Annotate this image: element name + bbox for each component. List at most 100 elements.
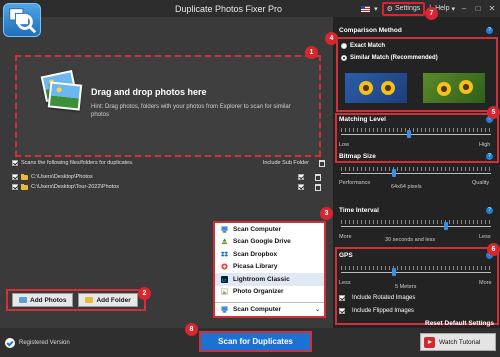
callout-badge: 8 (185, 323, 198, 336)
checkbox[interactable] (339, 308, 345, 314)
gps-value-label: 5 Meters (395, 284, 417, 290)
photo-drop-zone[interactable]: Drag and drop photos here Hint: Drag pho… (15, 55, 321, 157)
matching-level-knob[interactable] (406, 130, 411, 138)
scan-list-caption: Scans the following files/folders for du… (21, 160, 134, 166)
settings-pane: Comparison Method ? Exact Match Similar … (333, 17, 500, 328)
menu-item-photo-organizer[interactable]: Photo Organizer (215, 286, 324, 299)
help-icon[interactable]: ? (486, 207, 493, 214)
path-text: C:\Users\Desktop\Photos (31, 174, 93, 180)
reset-default-settings-link[interactable]: Reset Default Settings (425, 320, 494, 327)
include-rotated-label: Include Rotated Images (352, 295, 416, 301)
folder-icon (21, 183, 28, 190)
menu-item-google-drive[interactable]: Scan Google Drive (215, 236, 324, 249)
chevron-down-icon: ▾ (451, 5, 455, 13)
gps-more-label: More (479, 280, 492, 286)
settings-label: Settings (394, 5, 421, 12)
trash-icon[interactable] (319, 159, 325, 167)
checkbox[interactable] (339, 295, 345, 301)
dropbox-icon (221, 251, 228, 257)
drop-zone-title: Drag and drop photos here (91, 87, 207, 97)
exact-sample-image (345, 73, 407, 103)
include-rotated-checkbox[interactable]: Include Rotated Images (339, 295, 415, 301)
path-checkbox[interactable] (12, 184, 18, 190)
svg-text:Lr: Lr (222, 277, 227, 282)
close-button[interactable]: ✕ (487, 4, 497, 13)
bitmap-size-slider[interactable] (341, 173, 491, 174)
computer-icon (221, 226, 228, 233)
include-sub-checkbox[interactable] (298, 183, 304, 190)
matching-low-label: Low (339, 142, 350, 148)
menu-item-picasa[interactable]: Picasa Library (215, 261, 324, 274)
time-interval-slider[interactable] (341, 226, 491, 227)
path-checkbox[interactable] (12, 174, 18, 180)
menu-item-label: Scan Google Drive (233, 238, 291, 246)
folder-icon (21, 173, 28, 180)
matching-level-title: Matching Level (339, 116, 386, 123)
time-interval-knob[interactable] (444, 222, 448, 230)
callout-badge: 4 (325, 32, 338, 45)
menu-item-label: Picasa Library (233, 263, 278, 271)
trash-icon[interactable] (315, 183, 321, 191)
gps-knob[interactable] (391, 268, 396, 276)
check-circle-icon (5, 338, 15, 348)
add-buttons-group: Add Photos Add Folder (6, 289, 146, 311)
watch-tutorial-button[interactable]: Watch Tutorial (420, 333, 496, 351)
picasa-icon (221, 263, 228, 270)
bitmap-size-title: Bitmap Size (339, 153, 376, 160)
registration-status: Registered Version (5, 338, 70, 348)
add-folder-button[interactable]: Add Folder (78, 293, 138, 307)
photo-front-icon (47, 81, 83, 111)
language-caret-icon[interactable]: ▾ (374, 5, 378, 13)
callout-badge: 7 (425, 7, 438, 20)
menu-item-scan-computer[interactable]: Scan Computer (215, 223, 324, 236)
scan-source-dropdown[interactable]: Scan Computer Scan Google Drive Scan Dro… (213, 221, 326, 318)
menu-item-lightroom[interactable]: Lr Lightroom Classic (215, 273, 324, 286)
similar-match-radio[interactable]: Similar Match (Recommended) (341, 55, 438, 61)
callout-badge: 2 (138, 287, 151, 300)
settings-button[interactable]: ⚙ Settings (381, 1, 426, 16)
trash-icon[interactable] (315, 173, 321, 181)
add-photos-button[interactable]: Add Photos (12, 293, 74, 307)
include-sub-checkbox[interactable] (298, 173, 304, 180)
callout-badge: 5 (487, 106, 500, 119)
menu-item-label: Photo Organizer (233, 288, 284, 296)
menu-item-dropbox[interactable]: Scan Dropbox (215, 248, 324, 261)
app-title: Duplicate Photos Fixer Pro (175, 4, 283, 14)
gps-slider[interactable] (341, 272, 491, 273)
language-flag-icon[interactable] (361, 5, 371, 12)
scan-for-duplicates-button[interactable]: Scan for Duplicates (199, 331, 312, 352)
photo-front-image (49, 83, 81, 109)
lightroom-icon: Lr (221, 275, 228, 283)
bitmap-value-label: 64x64 pixels (391, 184, 422, 190)
image-icon (19, 297, 27, 303)
photo-organizer-icon (221, 288, 228, 295)
include-sub-folder-label: Include Sub Folder (262, 160, 309, 166)
menu-item-label: Lightroom Classic (233, 275, 290, 283)
exact-match-radio[interactable]: Exact Match (341, 43, 385, 49)
include-flipped-label: Include Flipped Images (352, 308, 415, 314)
flower-shape (459, 80, 473, 94)
exact-match-label: Exact Match (350, 43, 386, 49)
include-flipped-checkbox[interactable]: Include Flipped Images (339, 308, 414, 314)
gps-title: GPS (339, 252, 353, 259)
list-item[interactable]: C:\Users\Desktop\Tour-2022\Photos (12, 182, 325, 192)
add-photos-label: Add Photos (30, 296, 67, 304)
radio-dot (341, 43, 347, 49)
path-text: C:\Users\Desktop\Tour-2022\Photos (31, 184, 120, 190)
bitmap-size-knob[interactable] (391, 169, 396, 177)
help-button[interactable]: Help ▾ (435, 5, 455, 13)
select-all-checkbox[interactable] (12, 160, 18, 166)
scan-list-header: Scans the following files/folders for du… (12, 157, 325, 169)
matching-level-slider[interactable] (341, 134, 491, 135)
help-icon[interactable]: ? (486, 27, 493, 34)
scan-source-select[interactable]: Scan Computer ⌄ (215, 302, 324, 316)
watch-tutorial-label: Watch Tutorial (439, 338, 481, 346)
minimize-button[interactable]: – (459, 4, 469, 13)
maximize-button[interactable]: □ (473, 4, 483, 13)
flower-shape (359, 81, 373, 95)
help-icon[interactable]: ? (486, 153, 493, 160)
app-logo-icon (3, 3, 41, 37)
radio-dot (341, 55, 347, 61)
time-less-label: Less (479, 234, 491, 240)
list-item[interactable]: C:\Users\Desktop\Photos (12, 172, 325, 182)
